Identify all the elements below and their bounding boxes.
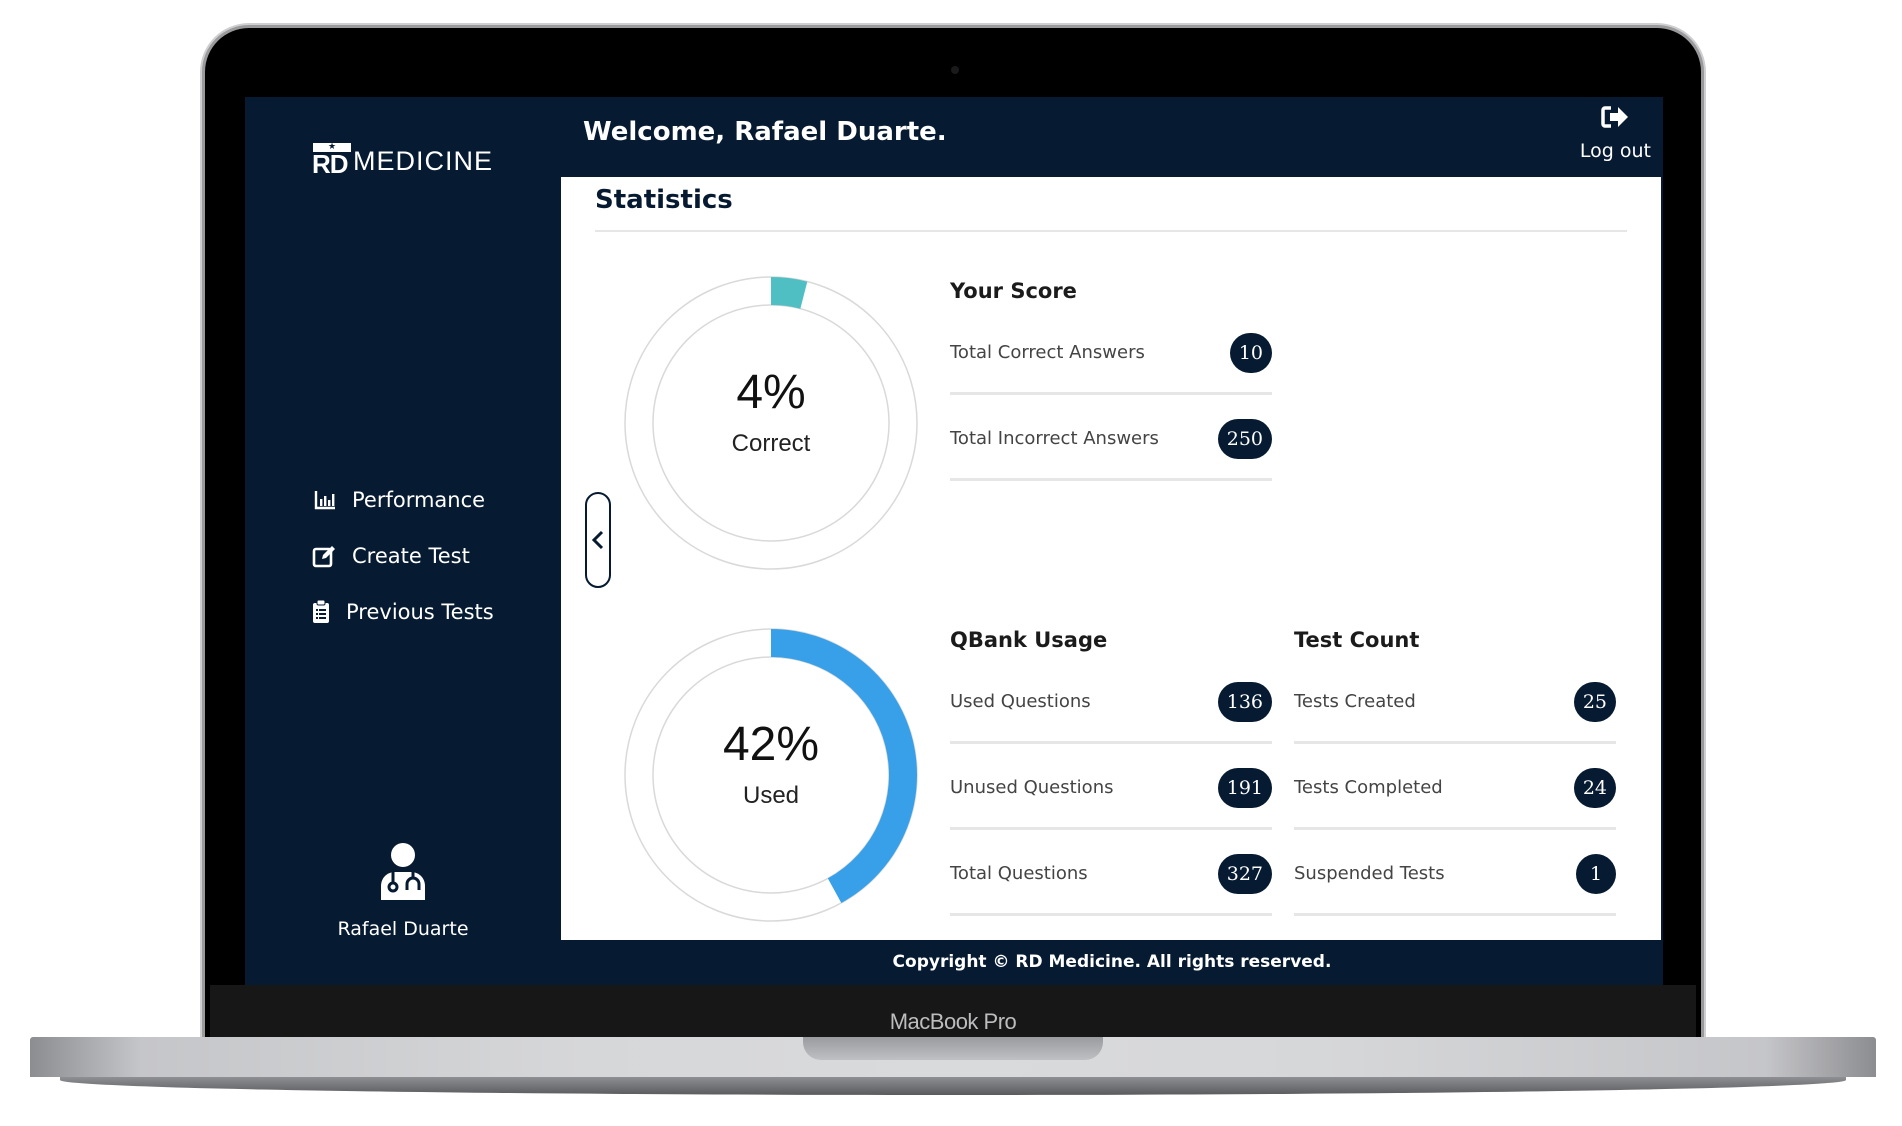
qbank-usage-section: QBank Usage Used Questions 136 Unused Qu…: [950, 628, 1272, 916]
stat-label: Total Correct Answers: [950, 342, 1145, 363]
statistics-panel: Statistics 4% Correct 42% Used Your Scor…: [561, 177, 1661, 940]
usage-percent: 42%: [722, 718, 820, 771]
stat-label: Used Questions: [950, 691, 1091, 712]
stat-label: Total Questions: [950, 863, 1088, 884]
brand-logo[interactable]: ★ RD MEDICINE: [312, 142, 494, 177]
footer-copyright: Copyright © RD Medicine. All rights rese…: [892, 952, 1332, 972]
stat-label: Suspended Tests: [1294, 863, 1445, 884]
clipboard-icon: [312, 600, 330, 624]
stat-badge: 24: [1573, 768, 1616, 808]
stat-label: Tests Created: [1294, 691, 1416, 712]
score-arc: [771, 277, 808, 309]
sidebar: ★ RD MEDICINE Performance Create Test Pr…: [245, 97, 561, 940]
page-title: Statistics: [595, 185, 733, 215]
donut-inner-ring: [652, 656, 890, 894]
usage-label: Used: [742, 782, 800, 809]
stat-row: Unused Questions 191: [950, 744, 1272, 830]
logo-text: MEDICINE: [353, 146, 494, 176]
score-percent: 4%: [736, 366, 806, 419]
section-title: QBank Usage: [950, 628, 1108, 652]
score-donut-chart: 4% Correct: [623, 275, 919, 571]
stat-row: Tests Created 25: [1294, 658, 1616, 744]
section-title: Test Count: [1294, 628, 1420, 652]
title-divider: [595, 230, 1627, 232]
app-screen: ★ RD MEDICINE Performance Create Test Pr…: [245, 97, 1663, 985]
top-header: Welcome, Rafael Duarte. Log out: [561, 97, 1663, 177]
stat-row: Total Correct Answers 10: [950, 309, 1272, 395]
section-title: Your Score: [950, 279, 1077, 303]
user-doctor-icon: [377, 843, 429, 904]
laptop-opening-notch: [803, 1037, 1103, 1060]
laptop-base-shadow: [60, 1077, 1846, 1095]
stat-row: Tests Completed 24: [1294, 744, 1616, 830]
stat-row: Used Questions 136: [950, 658, 1272, 744]
stat-row: Suspended Tests 1: [1294, 830, 1616, 916]
donut-inner-ring: [652, 304, 890, 542]
stat-badge: 25: [1573, 682, 1616, 722]
stat-row: Total Incorrect Answers 250: [950, 395, 1272, 481]
collapse-sidebar-button[interactable]: [585, 492, 611, 588]
stat-label: Total Incorrect Answers: [950, 428, 1159, 449]
stat-badge: 136: [1217, 682, 1272, 722]
chevron-left-icon: [591, 530, 604, 550]
stat-label: Tests Completed: [1294, 777, 1443, 798]
welcome-message: Welcome, Rafael Duarte.: [583, 117, 947, 147]
bar-chart-icon: [312, 488, 338, 512]
user-profile[interactable]: Rafael Duarte: [245, 842, 561, 940]
sidebar-item-performance[interactable]: Performance: [312, 472, 494, 528]
your-score-section: Your Score Total Correct Answers 10 Tota…: [950, 279, 1272, 481]
camera-icon: [951, 66, 959, 74]
sign-out-icon: [1580, 105, 1651, 134]
stat-badge: 10: [1229, 333, 1272, 373]
stat-label: Unused Questions: [950, 777, 1114, 798]
sidebar-item-label: Previous Tests: [346, 600, 494, 624]
usage-donut-chart: 42% Used: [623, 627, 919, 923]
stat-row: Total Questions 327: [950, 830, 1272, 916]
logo-mark: ★ RD: [312, 142, 351, 177]
sidebar-item-create-test[interactable]: Create Test: [312, 528, 494, 584]
test-count-section: Test Count Tests Created 25 Tests Comple…: [1294, 628, 1616, 916]
device-label: MacBook Pro: [889, 1009, 1017, 1034]
score-label: Correct: [731, 430, 811, 457]
laptop-bezel-bottom: MacBook Pro: [210, 985, 1696, 1037]
sidebar-item-label: Create Test: [352, 544, 470, 568]
user-name: Rafael Duarte: [337, 918, 469, 940]
logout-label: Log out: [1579, 140, 1651, 162]
sidebar-item-label: Performance: [352, 488, 486, 512]
stat-badge: 191: [1217, 768, 1272, 808]
stat-badge: 327: [1217, 854, 1272, 894]
sidebar-nav: Performance Create Test Previous Tests: [312, 472, 494, 640]
stat-badge: 1: [1576, 854, 1616, 894]
donut-outer-ring: [624, 276, 918, 570]
sidebar-item-previous-tests[interactable]: Previous Tests: [312, 584, 494, 640]
stat-badge: 250: [1217, 419, 1272, 459]
logout-button[interactable]: Log out: [1580, 105, 1651, 162]
edit-icon: [312, 544, 338, 568]
